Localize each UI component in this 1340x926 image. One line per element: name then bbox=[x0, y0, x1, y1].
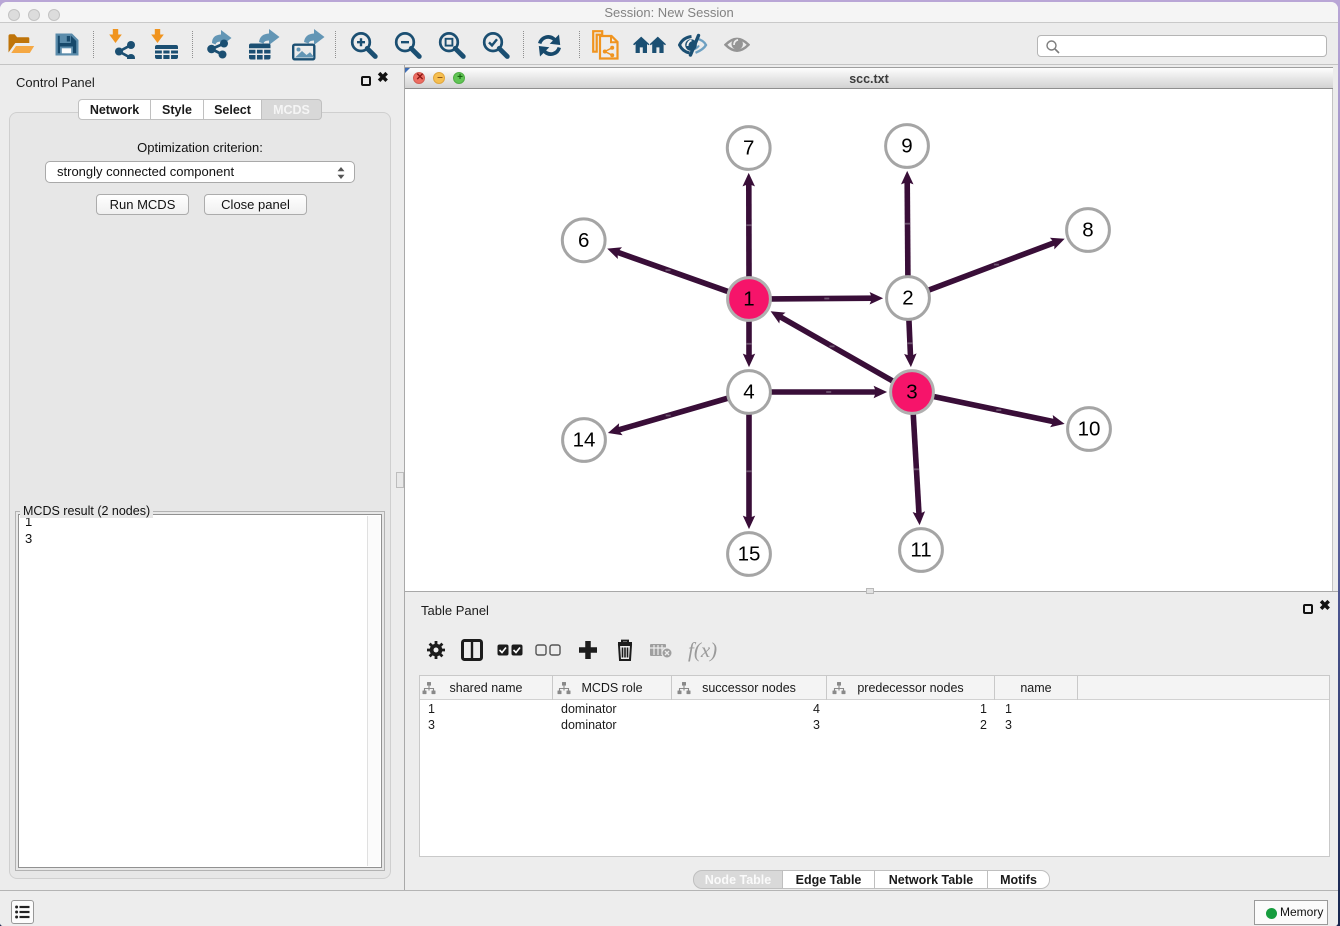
svg-text:14: 14 bbox=[573, 429, 596, 452]
svg-text:2: 2 bbox=[902, 287, 913, 310]
svg-text:9: 9 bbox=[901, 135, 912, 158]
svg-text:4: 4 bbox=[743, 381, 754, 404]
svg-text:6: 6 bbox=[578, 229, 589, 252]
svg-text:8: 8 bbox=[1082, 219, 1093, 242]
svg-text:10: 10 bbox=[1078, 418, 1101, 441]
svg-text:15: 15 bbox=[738, 543, 761, 566]
svg-text:3: 3 bbox=[906, 381, 917, 404]
svg-text:1: 1 bbox=[743, 288, 754, 311]
svg-text:11: 11 bbox=[910, 539, 931, 562]
svg-text:7: 7 bbox=[743, 137, 754, 160]
